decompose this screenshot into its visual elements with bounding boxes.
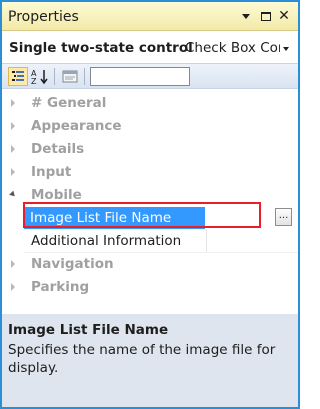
category-label: Input [31, 164, 72, 180]
category-label: # General [31, 95, 107, 111]
property-row-additional-information[interactable]: Additional Information [2, 230, 298, 253]
category-label: Navigation [31, 256, 114, 272]
annotation-highlight-box [23, 202, 261, 228]
chevron-right-icon[interactable] [11, 168, 15, 176]
chevron-down-icon[interactable] [9, 190, 17, 199]
close-icon[interactable]: ✕ [276, 8, 292, 24]
chevron-right-icon[interactable] [11, 99, 15, 107]
property-grid: # General Appearance Details Input Mobil… [2, 90, 298, 314]
properties-toolbar: A Z [2, 63, 298, 89]
category-label: Mobile [31, 187, 82, 203]
restore-icon[interactable] [258, 8, 274, 24]
svg-text:Z: Z [31, 77, 37, 86]
description-title: Image List File Name [8, 322, 169, 338]
property-pages-icon[interactable] [60, 67, 80, 86]
search-input[interactable] [90, 67, 190, 86]
toolbar-separator [54, 68, 55, 85]
object-selector[interactable]: Single two-state control Check Box Cor [6, 37, 294, 59]
ellipsis-button[interactable]: ... [275, 208, 292, 226]
category-label: Appearance [31, 118, 122, 134]
category-row-appearance[interactable]: Appearance [2, 115, 298, 138]
properties-window: Properties ✕ Single two-state control Ch… [0, 0, 300, 409]
toolbar-separator [84, 68, 85, 85]
chevron-right-icon[interactable] [11, 122, 15, 130]
category-row-navigation[interactable]: Navigation [2, 253, 298, 276]
chevron-right-icon[interactable] [11, 260, 15, 268]
object-name: Single two-state control [9, 40, 193, 56]
categorized-icon[interactable] [8, 67, 28, 86]
category-row-input[interactable]: Input [2, 161, 298, 184]
chevron-right-icon[interactable] [11, 283, 15, 291]
window-title: Properties [8, 9, 79, 25]
description-text: Specifies the name of the image file for… [8, 342, 276, 376]
category-row-general[interactable]: # General [2, 92, 298, 115]
category-row-details[interactable]: Details [2, 138, 298, 161]
value-column-divider [206, 230, 207, 253]
alphabetical-icon[interactable]: A Z [30, 67, 50, 86]
chevron-right-icon[interactable] [11, 145, 15, 153]
description-pane: Image List File Name Specifies the name … [2, 318, 298, 407]
category-row-parking[interactable]: Parking [2, 276, 298, 299]
property-label: Additional Information [31, 233, 182, 249]
window-position-dropdown-icon[interactable] [238, 8, 254, 24]
properties-panel: Properties ✕ Single two-state control Ch… [2, 2, 298, 407]
category-label: Parking [31, 279, 90, 295]
category-label: Details [31, 141, 85, 157]
title-bar[interactable]: Properties ✕ [2, 2, 298, 31]
object-type: Check Box Cor [185, 40, 280, 56]
chevron-down-icon[interactable] [283, 47, 289, 51]
